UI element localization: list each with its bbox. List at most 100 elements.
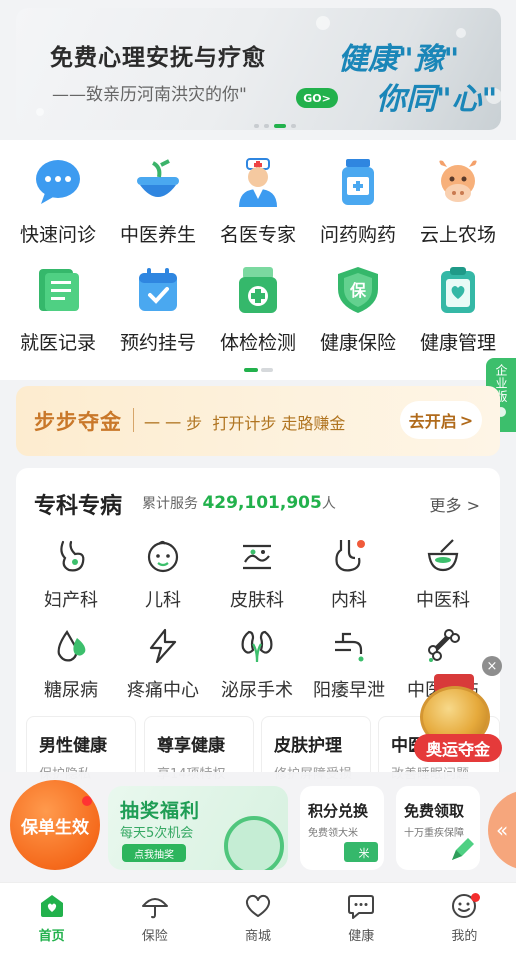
medicine-bottle-icon [332,156,384,208]
clipboard-icon [432,264,484,316]
dept-label: 皮肤科 [230,590,284,611]
service-checkup[interactable]: 体检检测 [208,264,308,355]
tab-label: 商城 [245,929,272,944]
stomach-icon [335,540,365,572]
service-famous-doctor[interactable]: 名医专家 [208,156,308,247]
service-health-insurance[interactable]: 保 健康保险 [308,264,408,355]
app-page: 免费心理安抚与疗愈 ——致亲历河南洪灾的你" GO> 健康"豫" 你同"心" 快… [0,0,516,954]
rain-drop [316,16,330,30]
record-icon [32,264,84,316]
dept-dermatology[interactable]: 皮肤科 [210,538,304,612]
stat-suffix: 人 [321,496,336,512]
stat-prefix: 累计服务 [142,496,198,512]
pagination-dot-active [274,124,286,128]
lottery-card[interactable]: 抽奖福利 每天5次机会 点我抽奖 [108,786,288,870]
step-divider [133,408,134,432]
chevron-right-icon: > [459,410,474,430]
points-exchange-card[interactable]: 积分兑换 免费领大米 米 [300,786,384,870]
shield-icon: 保 [332,264,384,316]
lottery-wheel-icon [224,816,284,870]
service-appointment[interactable]: 预约挂号 [108,264,208,355]
dept-label: 疼痛中心 [127,680,199,701]
close-icon[interactable]: × [482,656,502,676]
mortar-icon [427,539,459,572]
dept-label: 阳痿早泄 [313,680,385,701]
mini-card-title: 尊享健康 [157,736,225,756]
tab-me[interactable]: 我的 [413,883,516,954]
olympic-gold-float[interactable]: × 奥运夺金 [414,656,502,768]
heart-icon [243,891,273,921]
baby-face-icon [147,540,179,573]
step-earn-banner[interactable]: 步步夺金 一 一 步 打开计步 走路赚金 去开启 > [16,386,500,456]
dept-label: 妇产科 [44,590,98,611]
service-cloud-farm[interactable]: 云上农场 [408,156,508,247]
medal-label: 奥运夺金 [414,734,502,762]
service-quick-consult[interactable]: 快速问诊 [8,156,108,247]
grid-page-indicator [244,368,273,372]
services-grid: 快速问诊 中医养生 名医专家 问药购药 云上农场 就医记录 预约挂号 体检检测 … [0,140,516,380]
tab-health[interactable]: 健康 [310,883,413,954]
more-label: 更多 [429,496,462,515]
dept-diabetes[interactable]: 糖尿病 [24,628,118,702]
dept-pain-center[interactable]: 疼痛中心 [116,628,210,702]
hero-banner[interactable]: 免费心理安抚与疗愈 ——致亲历河南洪灾的你" GO> 健康"豫" 你同"心" [16,8,501,130]
banner-slogan-line1: 健康"豫" [338,42,460,77]
dept-ed-pe[interactable]: 阳痿早泄 [302,628,396,702]
herb-bowl-icon [132,156,184,208]
banner-pagination [254,124,296,128]
banner-go-button[interactable]: GO> [296,88,338,108]
service-health-management[interactable]: 健康管理 [408,264,508,355]
bone-icon [428,629,460,662]
rice-bag-icon: 米 [344,842,378,862]
service-label: 名医专家 [219,224,296,246]
lottery-button[interactable]: 点我抽奖 [122,844,186,862]
chevron-right-icon: > [466,496,480,515]
tab-label: 我的 [451,929,478,944]
calendar-icon [132,264,184,316]
dept-label: 糖尿病 [44,680,98,701]
dept-label: 中医科 [416,590,470,611]
dept-label: 内科 [331,590,367,611]
points-title: 积分兑换 [308,802,369,820]
policy-active-button[interactable]: 保单生效 [10,780,100,870]
free-claim-title: 免费领取 [404,802,465,820]
pagination-dot [291,124,296,128]
step-enable-button[interactable]: 去开启 > [400,401,482,439]
tab-home[interactable]: 首页 [0,883,103,954]
indicator-active [244,368,258,372]
faucet-icon [335,632,364,662]
free-claim-card[interactable]: 免费领取 十万重疾保障 [396,786,480,870]
svg-text:保: 保 [349,281,367,300]
indicator-inactive [261,368,273,372]
double-chevron-left-icon[interactable]: « [488,790,516,870]
dept-pediatrics[interactable]: 儿科 [116,538,210,612]
drop-icon [57,629,86,662]
chat-icon [346,891,376,921]
service-label: 问药购药 [319,224,396,246]
service-buy-medicine[interactable]: 问药购药 [308,156,408,247]
service-label: 健康管理 [419,332,496,354]
specialty-more-link[interactable]: 更多 > [429,492,480,516]
dept-obstetrics[interactable]: 妇产科 [24,538,118,612]
kidney-icon [241,630,273,663]
pagination-dot [254,124,259,128]
service-medical-records[interactable]: 就医记录 [8,264,108,355]
dept-internal-medicine[interactable]: 内科 [302,538,396,612]
dept-urology-surgery[interactable]: 泌尿手术 [210,628,304,702]
banner-subtitle: ——致亲历河南洪灾的你" [52,85,247,105]
dept-label: 泌尿手术 [221,680,293,701]
points-subtitle: 免费领大米 [308,828,358,839]
banner-title: 免费心理安抚与疗愈 [50,45,266,71]
banner-slogan-line2: 你同"心" [376,82,498,117]
pen-icon [452,838,474,860]
tab-label: 保险 [141,929,168,944]
tab-insurance[interactable]: 保险 [103,883,206,954]
dept-tcm[interactable]: 中医科 [396,538,490,612]
tab-label: 健康 [348,929,375,944]
tab-mall[interactable]: 商城 [206,883,309,954]
specialty-title: 专科专病 [34,494,123,519]
service-tcm-health[interactable]: 中医养生 [108,156,208,247]
dept-label: 儿科 [145,590,181,611]
service-label: 就医记录 [19,332,96,354]
umbrella-icon [140,891,170,921]
